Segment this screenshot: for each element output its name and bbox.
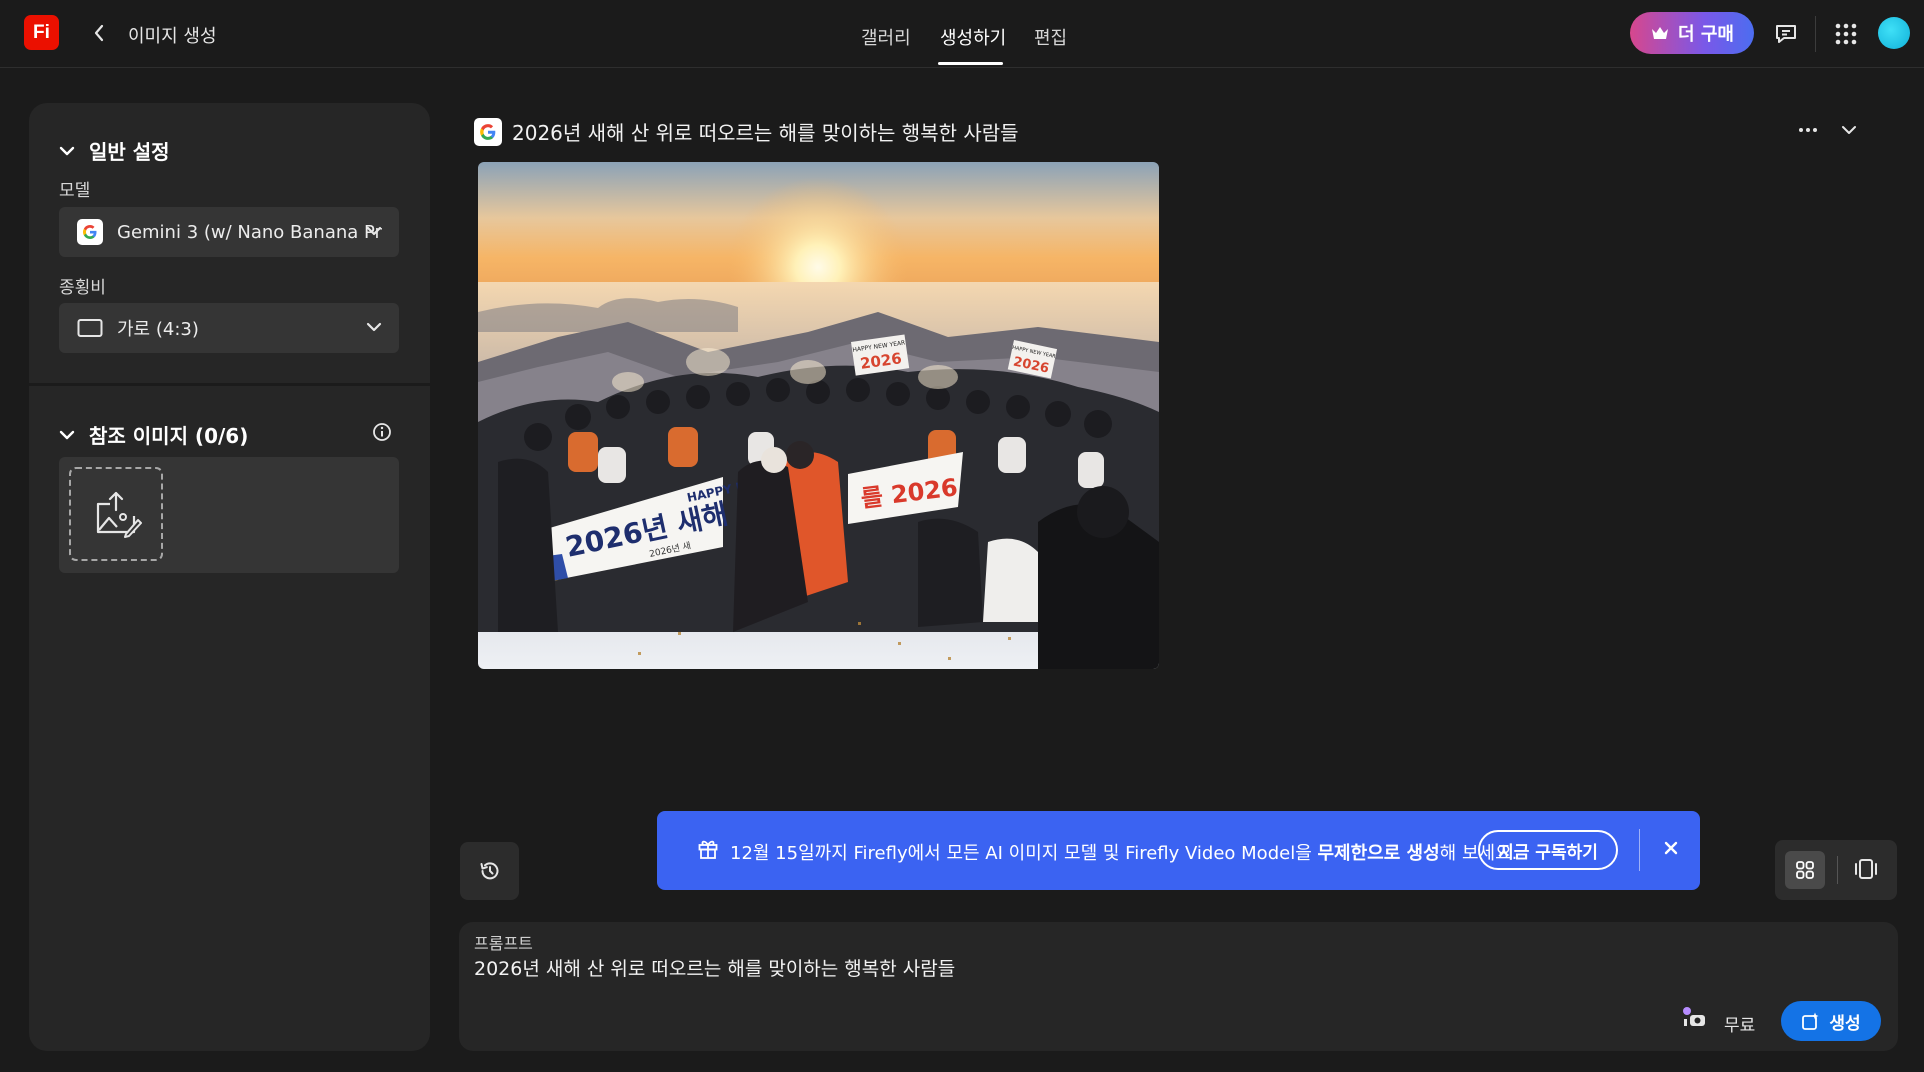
google-icon bbox=[77, 219, 103, 245]
model-value: Gemini 3 (w/ Nano Banana Pr bbox=[117, 221, 382, 243]
result-prompt-title: 2026년 새해 산 위로 떠오르는 해를 맞이하는 행복한 사람들 bbox=[512, 121, 1019, 145]
google-icon bbox=[474, 117, 502, 146]
landscape-frame-icon bbox=[77, 319, 103, 337]
panel-divider bbox=[29, 383, 430, 386]
history-icon bbox=[480, 862, 498, 880]
cost-label: 무료 bbox=[1724, 1016, 1756, 1036]
model-label: 모델 bbox=[59, 181, 91, 201]
credits-icon bbox=[1681, 1006, 1709, 1034]
reference-image-header[interactable]: 참조 이미지 (0/6) bbox=[59, 420, 248, 449]
generated-image[interactable]: HAPPY NEW YEAR 2026 HAPPY NEW YEAR 2026 … bbox=[478, 162, 1159, 669]
prompt-input[interactable]: 2026년 새해 산 위로 떠오르는 해를 맞이하는 행복한 사람들 bbox=[474, 954, 955, 981]
user-avatar[interactable] bbox=[1878, 17, 1910, 49]
buy-more-label: 더 구매 bbox=[1678, 24, 1734, 45]
more-options-icon[interactable] bbox=[1796, 118, 1820, 146]
promo-text-bold: 무제한으로 생성 bbox=[1317, 843, 1440, 864]
crown-icon bbox=[1652, 27, 1669, 39]
chevron-down-icon bbox=[366, 226, 382, 236]
aspect-ratio-value: 가로 (4:3) bbox=[117, 319, 199, 340]
topbar-divider bbox=[1815, 16, 1816, 52]
promo-divider bbox=[1639, 829, 1640, 871]
top-bar: Fi 이미지 생성 갤러리 생성하기 편집 더 구매 bbox=[0, 0, 1924, 68]
promo-banner: 12월 15일까지 Firefly에서 모든 AI 이미지 모델 및 Firef… bbox=[657, 811, 1700, 890]
gift-icon bbox=[697, 838, 719, 864]
general-settings-title: 일반 설정 bbox=[89, 140, 170, 164]
tab-generate[interactable]: 생성하기 bbox=[940, 24, 1006, 50]
subscribe-now-button[interactable]: 지금 구독하기 bbox=[1478, 830, 1618, 870]
generate-label: 생성 bbox=[1829, 1013, 1861, 1034]
view-switch-divider bbox=[1837, 856, 1838, 884]
history-button[interactable] bbox=[460, 842, 519, 900]
single-view-button[interactable] bbox=[1853, 856, 1879, 886]
aspect-ratio-label: 종횡비 bbox=[59, 278, 106, 298]
result-header: 2026년 새해 산 위로 떠오르는 해를 맞이하는 행복한 사람들 bbox=[474, 117, 1019, 146]
view-switcher bbox=[1775, 840, 1897, 900]
general-settings-header[interactable]: 일반 설정 bbox=[59, 136, 170, 165]
close-icon[interactable] bbox=[1661, 838, 1681, 862]
reference-image-area bbox=[59, 457, 399, 573]
prompt-box[interactable]: 프롬프트 2026년 새해 산 위로 떠오르는 해를 맞이하는 행복한 사람들 … bbox=[459, 922, 1898, 1051]
grid-view-button[interactable] bbox=[1785, 851, 1825, 889]
tab-edit[interactable]: 편집 bbox=[1034, 24, 1067, 50]
chevron-down-icon bbox=[59, 430, 75, 439]
upload-image-button[interactable] bbox=[69, 467, 163, 561]
model-select[interactable]: Gemini 3 (w/ Nano Banana Pr bbox=[59, 207, 399, 257]
tab-gallery[interactable]: 갤러리 bbox=[861, 24, 911, 50]
generate-button[interactable]: 생성 bbox=[1781, 1001, 1881, 1041]
buy-more-button[interactable]: 더 구매 bbox=[1630, 12, 1754, 54]
promo-message: 12월 15일까지 Firefly에서 모든 AI 이미지 모델 및 Firef… bbox=[730, 839, 1517, 865]
grid-view-icon bbox=[1796, 861, 1814, 879]
aspect-ratio-select[interactable]: 가로 (4:3) bbox=[59, 303, 399, 353]
chevron-down-icon[interactable] bbox=[1838, 118, 1860, 146]
reference-image-title: 참조 이미지 (0/6) bbox=[89, 424, 249, 448]
prompt-label: 프롬프트 bbox=[474, 934, 533, 953]
active-tab-indicator bbox=[938, 62, 1003, 65]
feedback-icon[interactable] bbox=[1770, 18, 1802, 50]
single-view-icon bbox=[1855, 859, 1877, 879]
back-arrow-icon[interactable] bbox=[88, 19, 110, 47]
chevron-down-icon bbox=[366, 322, 382, 332]
apps-grid-icon[interactable] bbox=[1830, 18, 1862, 50]
page-title: 이미지 생성 bbox=[128, 26, 217, 47]
upload-image-icon bbox=[96, 491, 142, 538]
logo-text: Fi bbox=[33, 21, 50, 43]
chevron-down-icon bbox=[59, 146, 75, 155]
generate-sparkle-icon bbox=[1802, 1012, 1819, 1030]
info-icon[interactable] bbox=[372, 422, 392, 446]
firefly-logo[interactable]: Fi bbox=[24, 15, 59, 50]
promo-text-part1: 12월 15일까지 Firefly에서 모든 AI 이미지 모델 및 Firef… bbox=[730, 843, 1318, 864]
settings-panel: 일반 설정 모델 Gemini 3 (w/ Nano Banana Pr 종횡비… bbox=[29, 103, 430, 1051]
